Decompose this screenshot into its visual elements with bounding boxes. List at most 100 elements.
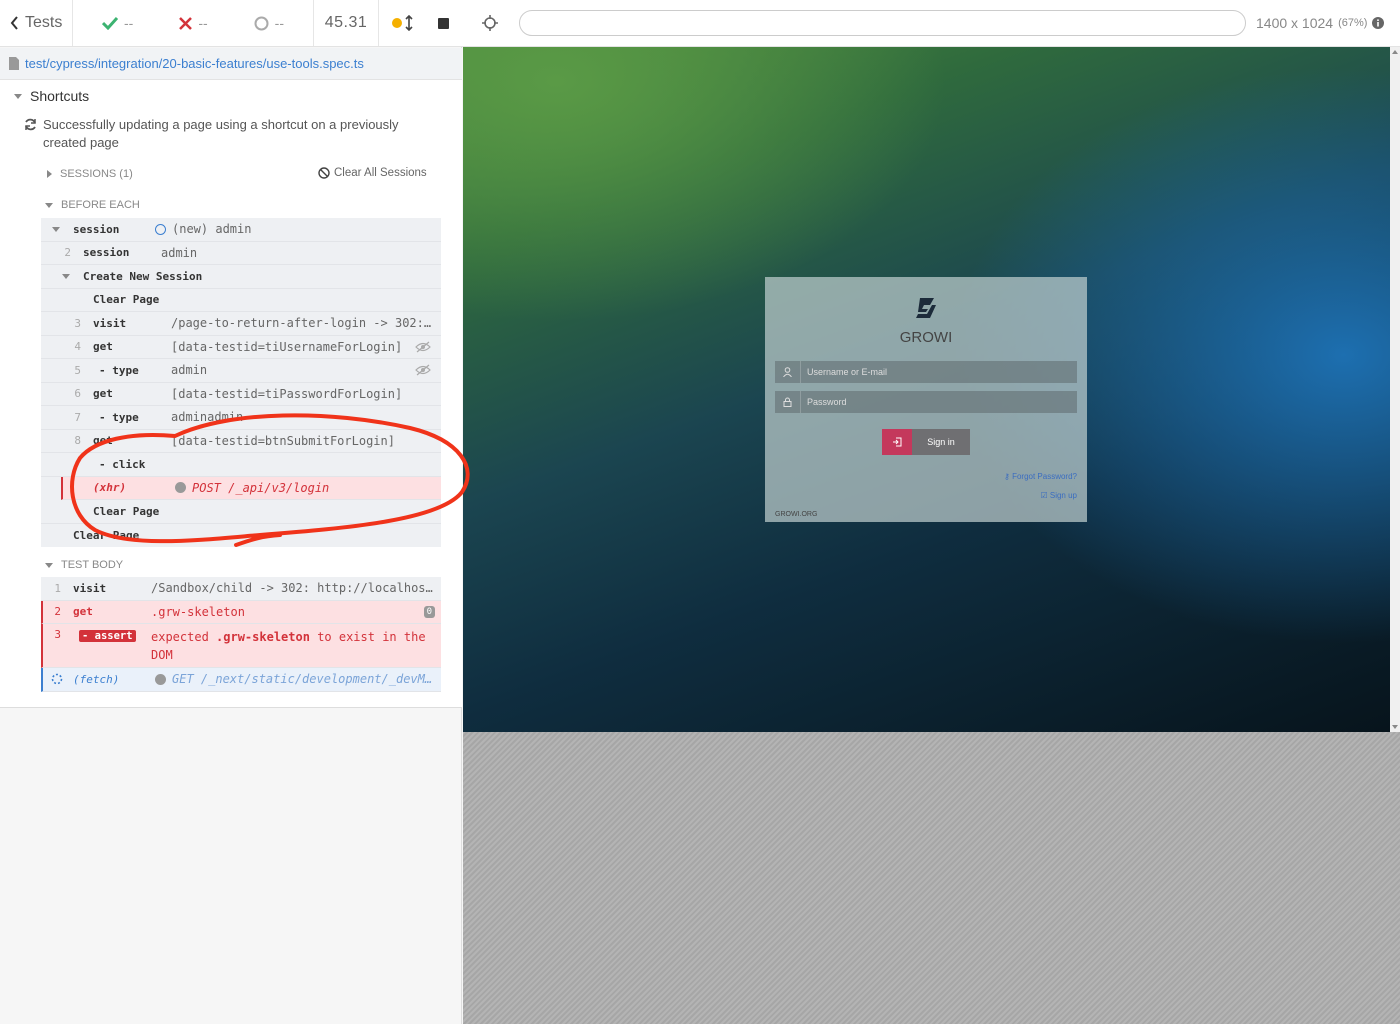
command-row[interactable]: 7 - type adminadmin bbox=[41, 406, 441, 430]
pending-stat: -- bbox=[254, 15, 284, 31]
passed-stat: -- bbox=[102, 15, 133, 31]
caret-down-icon bbox=[45, 562, 53, 568]
x-icon bbox=[179, 16, 193, 30]
command-number: 2 bbox=[64, 246, 71, 260]
command-name: get bbox=[93, 387, 113, 401]
command-row[interactable]: Clear Page bbox=[41, 289, 441, 312]
before-each-label: BEFORE EACH bbox=[61, 199, 140, 211]
command-row[interactable]: - click bbox=[41, 453, 441, 477]
viewport-size: 1400 x 1024 bbox=[1256, 15, 1334, 31]
caret-down-icon bbox=[45, 202, 53, 208]
command-row-failed[interactable]: 2 get .grw-skeleton 0 bbox=[41, 600, 441, 624]
sign-in-icon bbox=[882, 429, 912, 455]
command-row[interactable]: 2 session admin bbox=[41, 242, 441, 265]
growi-org-footer: GROWI.ORG bbox=[775, 511, 818, 518]
command-number: 5 bbox=[74, 363, 81, 377]
suite-header[interactable]: Shortcuts bbox=[14, 88, 89, 104]
ban-icon bbox=[318, 167, 330, 179]
refresh-icon bbox=[25, 118, 36, 131]
pending-count: -- bbox=[274, 15, 284, 31]
file-icon bbox=[9, 57, 19, 70]
assert-text: expected bbox=[151, 630, 209, 644]
aut-header: 1400 x 1024 (67%) bbox=[462, 0, 1400, 47]
aut-empty-area bbox=[463, 732, 1400, 1024]
command-row-pending[interactable]: (fetch) GET /_next/static/development/_d… bbox=[41, 668, 441, 692]
command-message: [data-testid=tiPasswordForLogin] bbox=[171, 386, 403, 401]
auto-scroll-toggle[interactable] bbox=[391, 15, 413, 31]
eye-slash-icon bbox=[415, 341, 431, 353]
selector-playground-icon[interactable] bbox=[482, 15, 498, 31]
tests-label: Tests bbox=[25, 14, 63, 31]
sign-in-button[interactable]: Sign in bbox=[882, 429, 970, 455]
command-message: (new) admin bbox=[172, 222, 252, 237]
command-row[interactable]: 8 get [data-testid=btnSubmitForLogin] bbox=[41, 430, 441, 453]
caret-right-icon bbox=[47, 170, 52, 178]
sign-up-link[interactable]: ☑ Sign up bbox=[1040, 491, 1077, 500]
forgot-password-link[interactable]: ⚷ Forgot Password? bbox=[1004, 472, 1077, 481]
password-placeholder: Password bbox=[807, 397, 847, 407]
command-row[interactable]: 3 visit /page-to-return-after-login -> 3… bbox=[41, 312, 441, 336]
scroll-up-arrow-icon[interactable] bbox=[1392, 50, 1398, 54]
command-name: session bbox=[73, 222, 120, 236]
user-icon bbox=[775, 361, 801, 383]
info-icon[interactable] bbox=[1372, 17, 1385, 29]
runnable-list: Shortcuts Successfully updating a page u… bbox=[0, 80, 462, 708]
username-field[interactable]: Username or E-mail bbox=[775, 361, 1077, 383]
command-number: 3 bbox=[74, 316, 81, 330]
command-name: - type bbox=[99, 363, 139, 377]
brand-name: GROWI bbox=[899, 329, 953, 346]
command-name: Clear Page bbox=[93, 504, 160, 518]
test-header[interactable]: Successfully updating a page using a sho… bbox=[24, 116, 444, 152]
assert-text: DOM bbox=[151, 648, 173, 662]
command-row[interactable]: Clear Page bbox=[41, 500, 441, 524]
aut-scrollbar[interactable] bbox=[1390, 47, 1400, 732]
command-message: .grw-skeleton bbox=[151, 604, 245, 619]
scroll-down-arrow-icon[interactable] bbox=[1392, 725, 1398, 729]
key-icon: ⚷ bbox=[1003, 472, 1010, 481]
test-body-toggle[interactable]: TEST BODY bbox=[45, 559, 123, 571]
stop-icon[interactable] bbox=[438, 17, 450, 29]
command-row[interactable]: 1 visit /Sandbox/child -> 302: http://lo… bbox=[41, 577, 441, 601]
sessions-label: SESSIONS (1) bbox=[60, 168, 133, 180]
stats: -- -- -- bbox=[73, 0, 314, 46]
before-each-toggle[interactable]: BEFORE EACH bbox=[45, 199, 140, 211]
failed-count: -- bbox=[198, 15, 208, 31]
command-row[interactable]: 6 get [data-testid=tiPasswordForLogin] bbox=[41, 383, 441, 406]
sign-in-label: Sign in bbox=[927, 437, 955, 447]
test-body-commands: 1 visit /Sandbox/child -> 302: http://lo… bbox=[41, 577, 441, 692]
check-icon bbox=[102, 16, 118, 30]
command-row[interactable]: Create New Session bbox=[41, 265, 441, 289]
command-name: - click bbox=[99, 457, 146, 471]
command-row[interactable]: 4 get [data-testid=tiUsernameForLogin] bbox=[41, 336, 441, 359]
password-field[interactable]: Password bbox=[775, 391, 1077, 413]
command-message: expected .grw-skeleton to exist in the D… bbox=[151, 628, 439, 664]
tests-button[interactable]: Tests bbox=[0, 0, 73, 46]
checkbox-icon: ☑ bbox=[1040, 491, 1048, 500]
command-name: Create New Session bbox=[83, 269, 203, 283]
command-number: 3 bbox=[54, 628, 61, 641]
assert-subject: .grw-skeleton bbox=[216, 630, 310, 644]
spec-file-bar: test/cypress/integration/20-basic-featur… bbox=[0, 48, 462, 80]
command-message: /Sandbox/child -> 302: http://localhos… bbox=[151, 581, 433, 596]
spec-file-link[interactable]: test/cypress/integration/20-basic-featur… bbox=[25, 56, 364, 71]
command-row[interactable]: 5 - type admin bbox=[41, 359, 441, 383]
command-name: Clear Page bbox=[73, 528, 140, 542]
failed-stat: -- bbox=[179, 15, 208, 31]
command-name: Clear Page bbox=[93, 293, 160, 307]
clear-all-sessions-button[interactable]: Clear All Sessions bbox=[318, 167, 427, 179]
command-message: admin bbox=[171, 363, 208, 378]
sessions-toggle[interactable]: SESSIONS (1) bbox=[47, 168, 133, 180]
command-name: get bbox=[73, 605, 93, 619]
element-count-badge: 0 bbox=[423, 605, 435, 618]
command-name: (fetch) bbox=[73, 672, 120, 686]
command-number: 2 bbox=[54, 605, 61, 619]
command-row[interactable]: Clear Page bbox=[41, 524, 441, 548]
aut-iframe: GROWI Username or E-mail Password Sign i… bbox=[463, 47, 1390, 732]
command-row-failed[interactable]: (xhr) POST /_api/v3/login bbox=[61, 476, 441, 500]
url-input[interactable] bbox=[519, 10, 1246, 36]
growi-logo-icon bbox=[916, 298, 936, 318]
command-row[interactable]: session (new) admin bbox=[41, 218, 441, 242]
test-title: Successfully updating a page using a sho… bbox=[43, 117, 399, 150]
sign-up-label: Sign up bbox=[1049, 491, 1077, 500]
command-row-failed[interactable]: 3 - assert expected .grw-skeleton to exi… bbox=[41, 624, 441, 668]
